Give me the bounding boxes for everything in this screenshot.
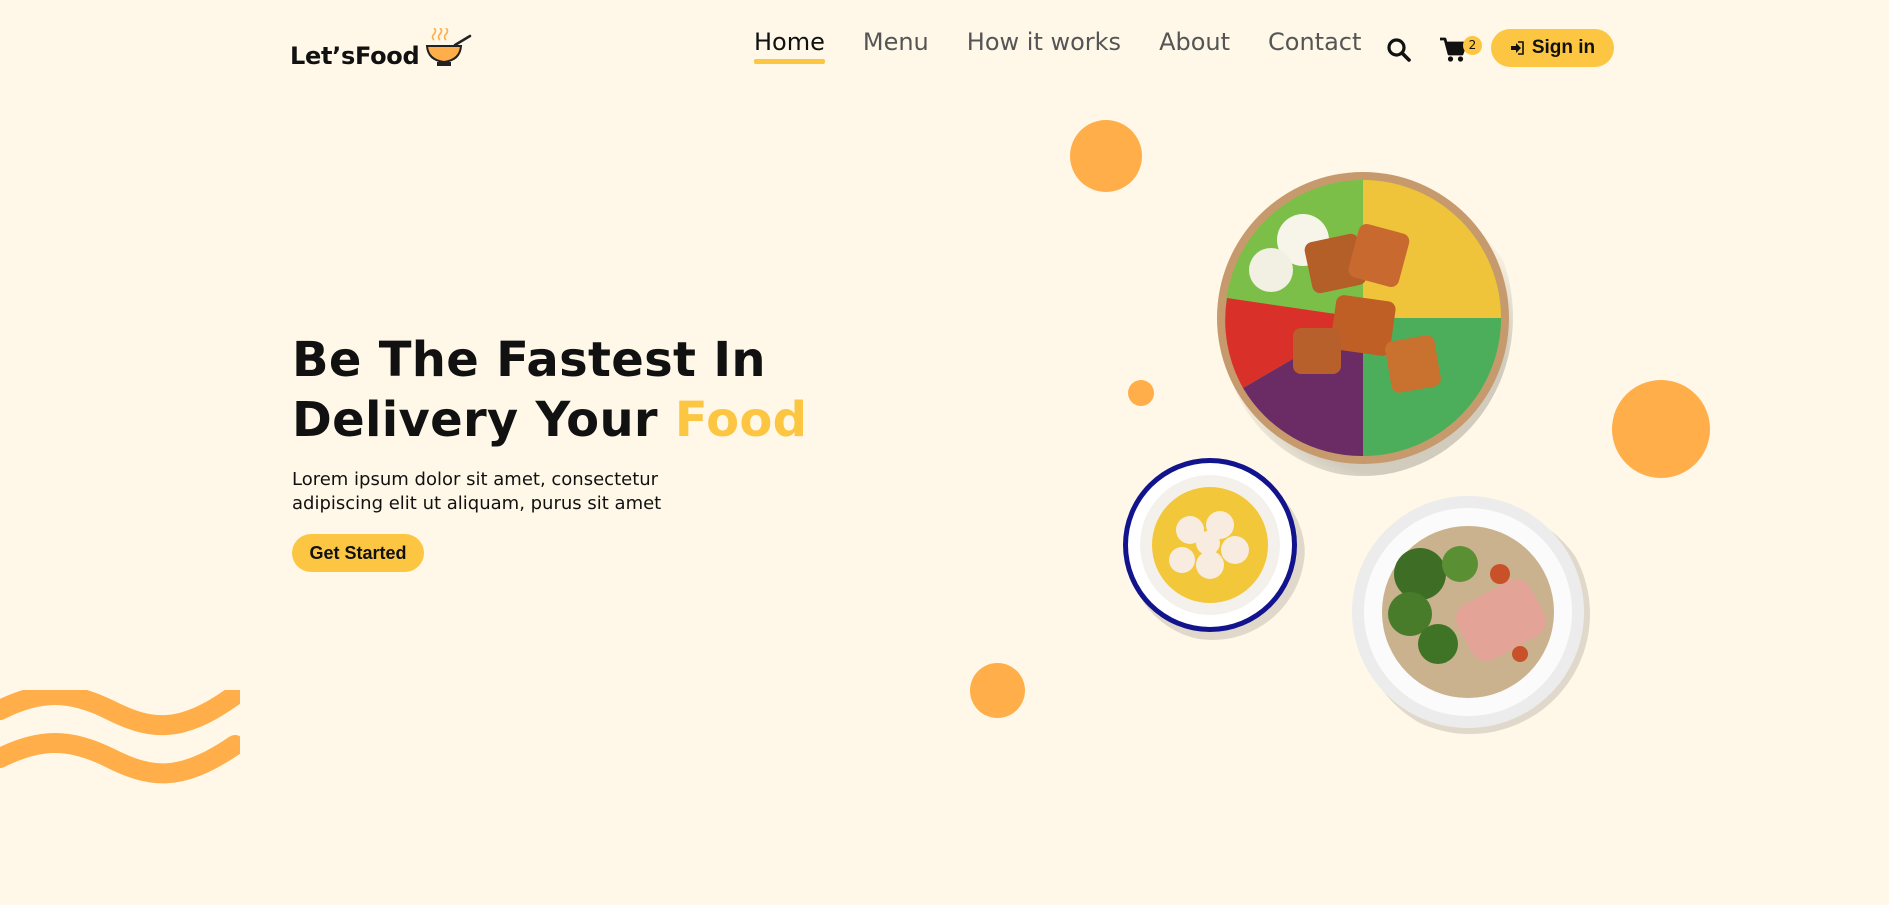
hero-description: Lorem ipsum dolor sit amet, consectetur … [292,469,662,514]
salad-bowl-image [1217,172,1513,476]
brand-logo[interactable]: Let’sFood [290,28,473,68]
nav-menu[interactable]: Menu [863,30,929,54]
carpaccio-bowl-image [1123,458,1305,640]
hero-title-line2: Delivery Your [292,392,658,448]
nav-home[interactable]: Home [754,30,825,64]
decor-circle-small [1128,380,1154,406]
decor-circle-right [1612,380,1710,478]
decor-waves [0,690,240,784]
salmon-plate-image [1352,496,1590,734]
sign-in-button[interactable]: Sign in [1491,29,1614,67]
hero-title-line1: Be The Fastest In [292,332,766,388]
sign-in-icon [1510,41,1524,55]
main-nav: Home Menu How it works About Contact [754,30,1361,64]
sign-in-label: Sign in [1531,37,1596,58]
hero-title: Be The Fastest In Delivery Your Food [292,330,807,450]
hero-title-accent: Food [674,392,808,448]
nav-contact[interactable]: Contact [1268,30,1361,54]
decor-circle-bottom [970,663,1025,718]
get-started-button[interactable]: Get Started [292,534,424,572]
soup-bowl-icon [426,28,472,66]
nav-about[interactable]: About [1159,30,1230,54]
brand-name: Let’sFood [290,42,420,70]
decor-circle-large-top [1070,120,1142,192]
cart-count-badge: 2 [1463,36,1482,55]
nav-how-it-works[interactable]: How it works [967,30,1121,54]
search-icon[interactable] [1386,37,1412,63]
